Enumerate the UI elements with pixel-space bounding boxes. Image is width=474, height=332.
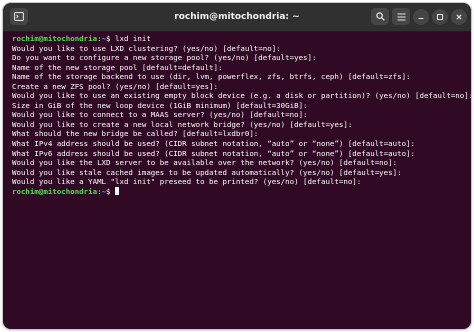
maximize-button[interactable] [432,9,448,25]
output-line: What IPv4 address should be used? (CIDR … [12,139,415,149]
menu-button[interactable] [392,8,410,25]
command-output: Would you like to use LXD clustering? (y… [12,44,471,187]
output-line: Would you like to use LXD clustering? (y… [12,43,281,53]
hamburger-menu-icon [397,12,405,21]
search-icon [375,12,385,21]
maximize-icon [437,14,443,20]
title-bar[interactable]: rochim@mitochondria: ~ [3,3,471,32]
text-cursor [115,186,120,195]
prompt-user-host: rochim@mitochondria [12,186,98,196]
minimize-icon [418,17,424,20]
command-text: lxd init [115,34,151,43]
output-line: Name of the new storage pool [default=de… [12,62,223,72]
prompt-line: rochim@mitochondria:~$ [12,186,471,197]
output-line: What IPv6 address should be used? (CIDR … [12,148,415,158]
output-line: Create a new ZFS pool? (yes/no) [default… [12,81,218,91]
search-button[interactable] [371,8,389,25]
output-line: What should the new bridge be called? [d… [12,129,259,139]
output-line: Would you like to create a new local net… [12,119,353,129]
close-icon [456,14,462,20]
minimize-button[interactable] [413,9,429,25]
prompt-symbol: $ [106,186,116,196]
output-line: Size in GiB of the new loop device (1GiB… [12,100,308,110]
output-line: Would you like stale cached images to be… [12,167,402,177]
output-line: Name of the storage backend to use (dir,… [12,72,411,82]
close-button[interactable] [451,9,467,25]
output-line: Would you like a YAML "lxd init" preseed… [12,177,362,187]
output-line: Would you like to connect to a MAAS serv… [12,110,308,120]
prompt-symbol: $ [106,34,116,43]
prompt-user-host: rochim@mitochondria [12,34,98,43]
output-line: Do you want to configure a new storage p… [12,53,317,63]
output-line: Would you like to use an existing empty … [12,91,471,101]
output-line: Would you like the LXD server to be avai… [12,158,398,168]
prompt-line: rochim@mitochondria:~$ lxd init [12,34,471,44]
terminal-window: rochim@mitochondria: ~ rochim@mitochondr… [3,3,471,329]
terminal-output-area[interactable]: rochim@mitochondria:~$ lxd init Would yo… [3,32,471,329]
